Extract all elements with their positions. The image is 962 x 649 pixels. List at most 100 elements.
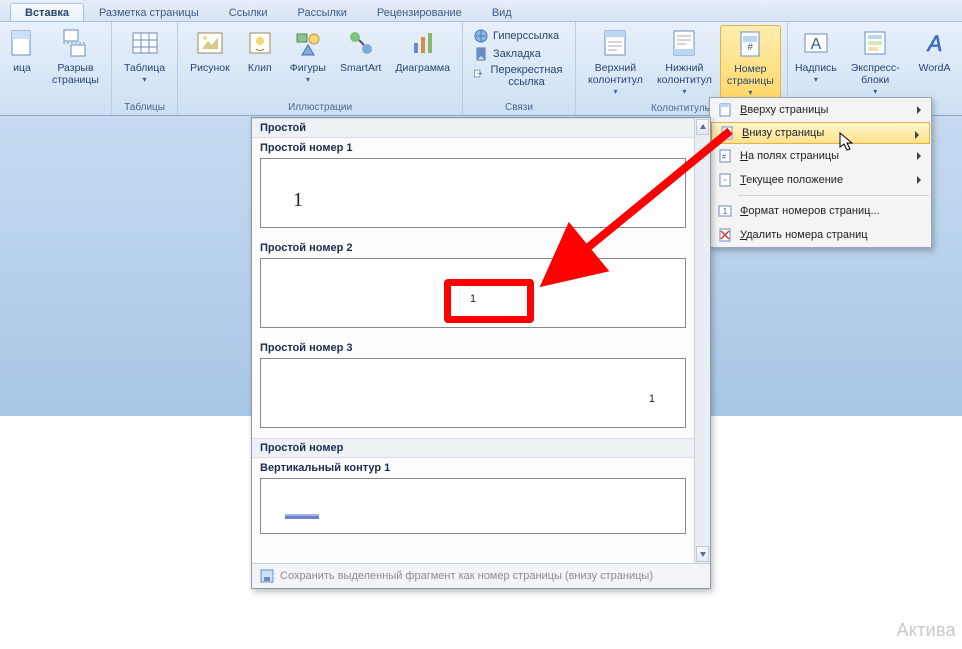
bookmark-button[interactable]: Закладка	[469, 45, 569, 63]
bookmark-label: Закладка	[493, 48, 541, 60]
group-links-caption: Связи	[469, 101, 569, 115]
menu-margins-label: На полях страницы	[736, 150, 913, 162]
footer-icon	[668, 27, 700, 59]
group-pages-caption	[0, 112, 105, 115]
clip-label: Клип	[248, 62, 272, 74]
chevron-down-icon: ▾	[814, 74, 818, 86]
hyperlink-icon	[473, 28, 489, 44]
svg-text:#: #	[722, 154, 726, 161]
page-number-gallery: Простой Простой номер 1 1 Простой номер …	[251, 117, 711, 589]
gallery-item-simple-1[interactable]: 1	[260, 158, 686, 228]
page-current-icon	[714, 172, 736, 188]
smartart-button[interactable]: SmartArt	[334, 25, 387, 76]
delete-icon	[714, 227, 736, 243]
arrow-right-icon	[917, 176, 925, 184]
wordart-icon: A	[919, 27, 951, 59]
tab-view[interactable]: Вид	[477, 3, 527, 21]
shapes-label: Фигуры	[290, 62, 326, 74]
preview-number: 1	[293, 189, 303, 212]
page-number-label: Номер страницы	[727, 63, 774, 87]
svg-text:#: #	[748, 42, 754, 53]
picture-label: Рисунок	[190, 62, 230, 74]
arrow-right-icon	[917, 106, 925, 114]
tab-references[interactable]: Ссылки	[214, 3, 283, 21]
menu-remove-label: Удалить номера страниц	[736, 229, 913, 241]
gallery-footer-label: Сохранить выделенный фрагмент как номер …	[280, 570, 653, 582]
shapes-button[interactable]: Фигуры ▾	[284, 25, 332, 88]
chart-label: Диаграмма	[395, 62, 450, 74]
wordart-button[interactable]: A WordA	[913, 25, 957, 76]
chevron-down-icon: ▾	[143, 74, 147, 86]
menu-current-label: Текущее положение	[736, 174, 913, 186]
page-margins-icon: #	[714, 148, 736, 164]
smartart-icon	[345, 27, 377, 59]
shapes-icon	[292, 27, 324, 59]
menu-bottom-of-page[interactable]: Внизу страницы	[711, 122, 930, 144]
header-icon	[599, 27, 631, 59]
scroll-up-icon[interactable]	[696, 119, 709, 135]
page-number-button[interactable]: # Номер страницы ▾	[720, 25, 781, 102]
textbox-icon: A	[800, 27, 832, 59]
table-icon	[129, 27, 161, 59]
menu-top-of-page[interactable]: Вверху страницы	[710, 98, 931, 122]
tab-strip: Вставка Разметка страницы Ссылки Рассылк…	[0, 0, 962, 22]
textbox-label: Надпись	[795, 62, 837, 74]
table-button[interactable]: Таблица ▾	[118, 25, 171, 88]
chevron-down-icon: ▾	[306, 74, 310, 86]
preview-number: 1	[649, 393, 655, 405]
menu-format-label: Формат номеров страниц...	[736, 205, 913, 217]
page-break-button[interactable]: Разрыв страницы	[46, 25, 105, 88]
arrow-right-icon	[915, 131, 923, 139]
preview-bar	[285, 514, 319, 519]
chevron-down-icon: ▾	[682, 86, 686, 98]
activation-watermark: Актива	[896, 620, 956, 641]
menu-top-label: Вверху страницы	[736, 104, 913, 116]
preview-number: 1	[470, 293, 476, 305]
tab-review[interactable]: Рецензирование	[362, 3, 477, 21]
save-fragment-icon	[258, 568, 276, 584]
gallery-scrollbar[interactable]	[694, 118, 710, 563]
bookmark-icon	[473, 46, 489, 62]
gallery-item-label: Простой номер 3	[252, 338, 694, 356]
footer-button[interactable]: Нижний колонтитул ▾	[651, 25, 718, 100]
gallery-item-label: Простой номер 2	[252, 238, 694, 256]
menu-page-margins[interactable]: # На полях страницы	[710, 144, 931, 168]
crossref-icon	[473, 68, 484, 84]
clip-button[interactable]: Клип	[238, 25, 282, 76]
header-label: Верхний колонтитул	[588, 62, 643, 86]
tab-mailings[interactable]: Рассылки	[282, 3, 361, 21]
scroll-down-icon[interactable]	[696, 546, 709, 562]
gallery-item-simple-2[interactable]: 1	[260, 258, 686, 328]
chevron-down-icon: ▾	[613, 86, 617, 98]
page-bottom-icon	[716, 125, 738, 141]
gallery-item-simple-3[interactable]: 1	[260, 358, 686, 428]
hyperlink-button[interactable]: Гиперссылка	[469, 27, 569, 45]
menu-current-position[interactable]: Текущее положение	[710, 168, 931, 192]
footer-label: Нижний колонтитул	[657, 62, 712, 86]
menu-separator	[738, 195, 929, 196]
gallery-item-vertical-1[interactable]	[260, 478, 686, 534]
menu-format-page-numbers[interactable]: 1 Формат номеров страниц...	[710, 199, 931, 223]
cover-page-partial[interactable]: ица	[0, 25, 44, 76]
page-number-menu: Вверху страницы Внизу страницы # На поля…	[709, 97, 932, 248]
clip-icon	[244, 27, 276, 59]
svg-text:A: A	[925, 31, 942, 56]
quickparts-icon	[859, 27, 891, 59]
group-illustrations-caption: Иллюстрации	[184, 101, 456, 115]
quickparts-button[interactable]: Экспресс-блоки ▾	[840, 25, 911, 100]
arrow-right-icon	[917, 152, 925, 160]
crossref-button[interactable]: Перекрестная ссылка	[469, 63, 569, 89]
picture-icon	[194, 27, 226, 59]
header-button[interactable]: Верхний колонтитул ▾	[582, 25, 649, 100]
textbox-button[interactable]: A Надпись ▾	[794, 25, 838, 88]
picture-button[interactable]: Рисунок	[184, 25, 236, 76]
menu-remove-page-numbers[interactable]: Удалить номера страниц	[710, 223, 931, 247]
crossref-label: Перекрестная ссылка	[488, 64, 565, 88]
tab-insert[interactable]: Вставка	[10, 3, 84, 21]
tab-page-layout[interactable]: Разметка страницы	[84, 3, 214, 21]
table-label: Таблица	[124, 62, 165, 74]
hyperlink-label: Гиперссылка	[493, 30, 559, 42]
format-icon: 1	[714, 203, 736, 219]
gallery-save-selection[interactable]: Сохранить выделенный фрагмент как номер …	[252, 563, 710, 588]
chart-button[interactable]: Диаграмма	[389, 25, 456, 76]
